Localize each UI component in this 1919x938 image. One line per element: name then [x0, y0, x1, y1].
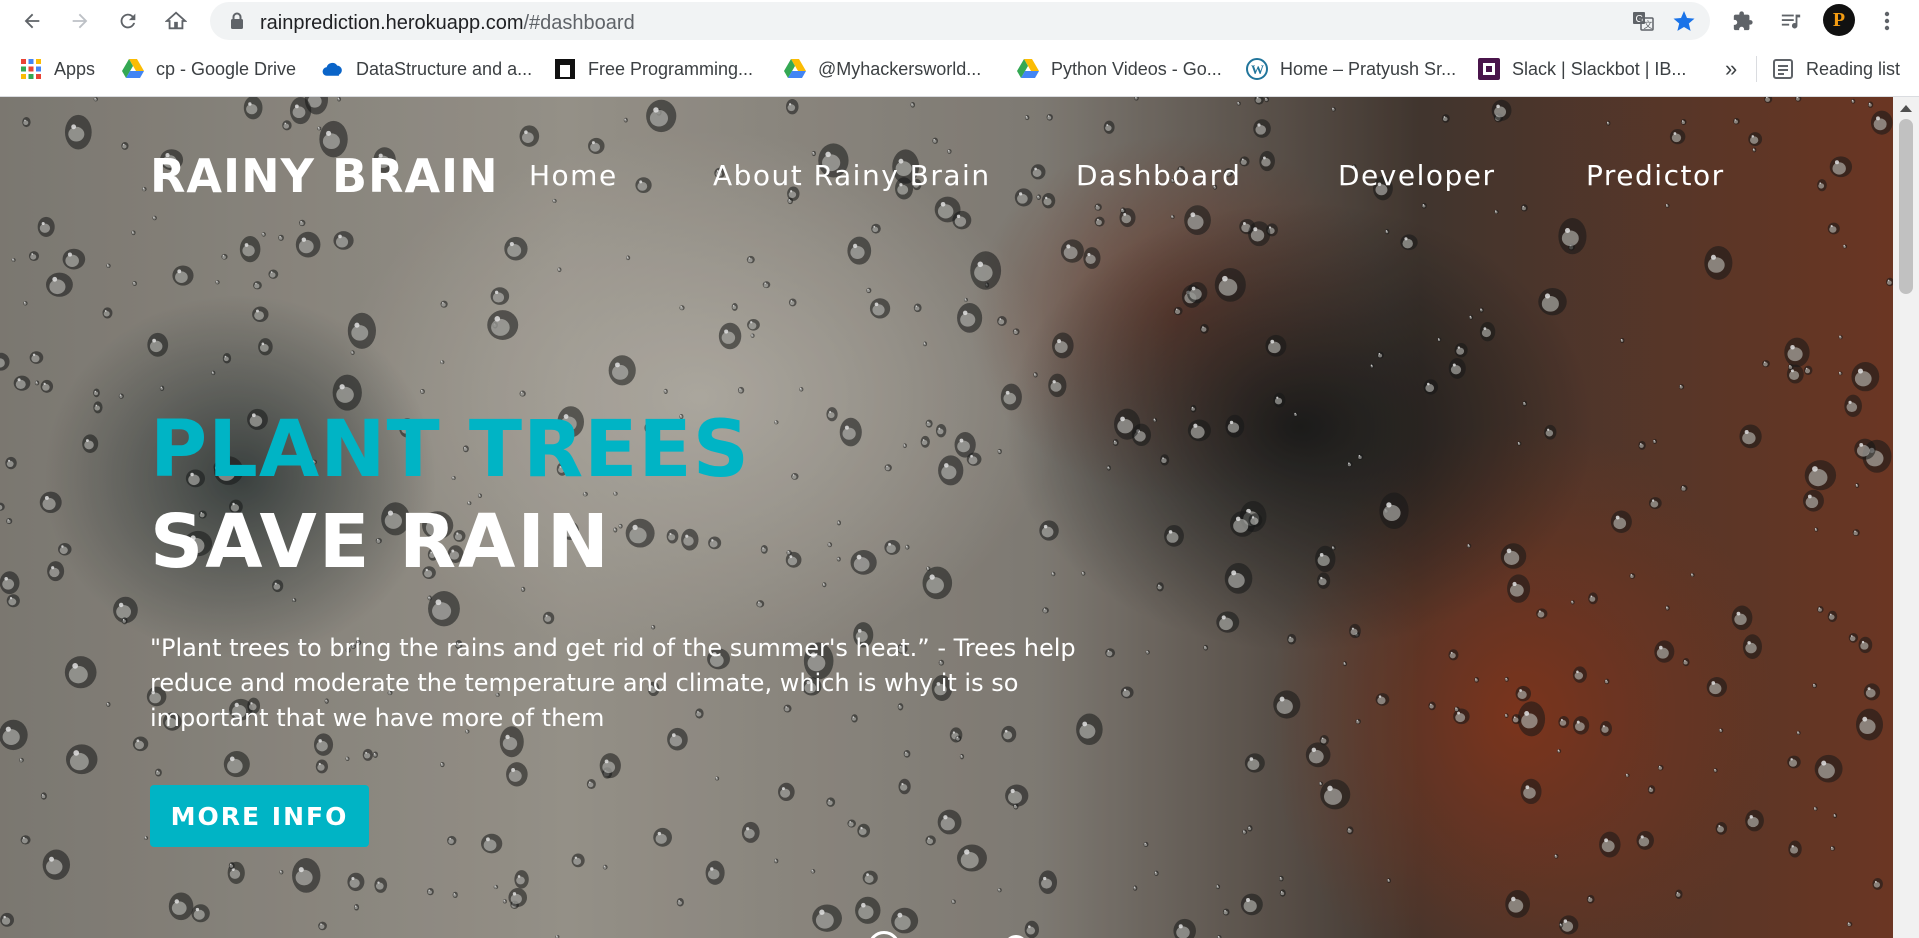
- wordpress-icon: W: [1246, 58, 1268, 80]
- nav-about[interactable]: About Rainy Brain: [713, 159, 991, 192]
- bookmark-label: Apps: [54, 58, 96, 79]
- bookmark-datastructure[interactable]: DataStructure and a...: [322, 56, 532, 82]
- bookmark-cp-google-drive[interactable]: cp - Google Drive: [122, 56, 296, 82]
- back-icon[interactable]: [16, 5, 48, 37]
- svg-text:文: 文: [1644, 19, 1653, 30]
- url-path: /#dashboard: [523, 12, 635, 34]
- url-host: rainprediction.herokuapp.com: [260, 12, 524, 34]
- bookmark-label: cp - Google Drive: [156, 58, 297, 79]
- hero-description: "Plant trees to bring the rains and get …: [150, 634, 1076, 732]
- profile-avatar[interactable]: P: [1823, 4, 1855, 36]
- bookmark-free-programming[interactable]: Free Programming...: [554, 56, 753, 82]
- svg-text:G: G: [1636, 14, 1644, 25]
- reading-list-icon: [1772, 58, 1794, 80]
- bookmark-apps[interactable]: Apps: [20, 56, 95, 82]
- more-menu-icon[interactable]: [1871, 5, 1903, 37]
- more-info-button[interactable]: MORE INFO: [150, 785, 369, 847]
- bookmark-label: @Myhackersworld...: [818, 58, 982, 79]
- bookmarks-bar: Apps cp - Google Drive DataStructure and…: [0, 42, 1919, 97]
- google-drive-icon: [1017, 58, 1039, 80]
- bookmark-label: Home – Pratyush Sr...: [1280, 58, 1457, 79]
- home-icon[interactable]: [160, 5, 192, 37]
- bookmark-label: Free Programming...: [588, 58, 754, 79]
- nav-predictor[interactable]: Predictor: [1586, 159, 1725, 192]
- bookmark-python-videos[interactable]: Python Videos - Go...: [1017, 56, 1222, 82]
- media-queue-icon[interactable]: [1775, 5, 1807, 37]
- scroll-up-icon[interactable]: [1900, 105, 1912, 112]
- hero-title-accent: PLANT TREES: [150, 405, 750, 495]
- reading-list-button[interactable]: Reading list: [1772, 56, 1900, 82]
- svg-text:W: W: [1251, 62, 1264, 77]
- slack-icon: [1478, 58, 1500, 80]
- nav-dashboard[interactable]: Dashboard: [1076, 159, 1241, 192]
- translate-icon[interactable]: G文: [1632, 11, 1654, 36]
- google-drive-icon: [784, 58, 806, 80]
- bookmarks-divider: [1756, 56, 1757, 82]
- page-scrollbar[interactable]: [1893, 97, 1919, 938]
- bookmark-label: Python Videos - Go...: [1051, 58, 1222, 79]
- site-logo[interactable]: RAINY BRAIN: [150, 149, 499, 203]
- scrollbar-thumb[interactable]: [1899, 119, 1913, 294]
- more-bookmarks-chevron[interactable]: »: [1725, 56, 1737, 82]
- hero-title: SAVE RAIN: [150, 499, 611, 585]
- reading-list-label: Reading list: [1806, 58, 1901, 79]
- address-bar[interactable]: rainprediction.herokuapp.com/#dashboard …: [210, 2, 1710, 40]
- bookmark-label: Slack | Slackbot | IB...: [1512, 58, 1687, 79]
- google-drive-icon: [122, 58, 144, 80]
- apps-grid-icon: [20, 58, 42, 80]
- bookmark-home-pratyush[interactable]: W Home – Pratyush Sr...: [1246, 56, 1456, 82]
- browser-toolbar: rainprediction.herokuapp.com/#dashboard …: [0, 0, 1919, 42]
- nav-developer[interactable]: Developer: [1338, 159, 1496, 192]
- bookmark-label: DataStructure and a...: [356, 58, 533, 79]
- onedrive-icon: [322, 58, 344, 80]
- url-text: rainprediction.herokuapp.com/#dashboard: [260, 12, 635, 35]
- extensions-icon[interactable]: [1727, 5, 1759, 37]
- bookmark-slack[interactable]: Slack | Slackbot | IB...: [1478, 56, 1686, 82]
- reload-icon[interactable]: [112, 5, 144, 37]
- forward-icon[interactable]: [64, 5, 96, 37]
- hero-section: RAINY BRAIN Home About Rainy Brain Dashb…: [0, 97, 1893, 938]
- site-header: RAINY BRAIN Home About Rainy Brain Dashb…: [0, 97, 1893, 227]
- nav-home[interactable]: Home: [529, 159, 618, 192]
- bookmark-star-icon[interactable]: [1672, 9, 1696, 38]
- lock-icon[interactable]: [230, 12, 244, 35]
- page-icon: [554, 58, 576, 80]
- bookmark-myhackersworld[interactable]: @Myhackersworld...: [784, 56, 981, 82]
